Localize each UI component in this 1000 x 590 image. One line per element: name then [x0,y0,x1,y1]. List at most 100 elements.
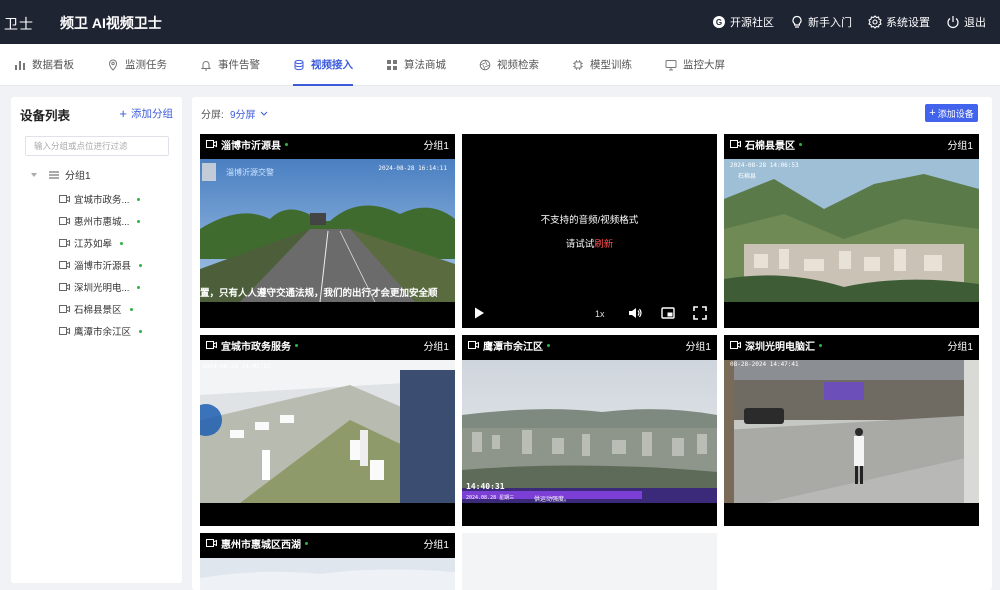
tile-group-label: 分组1 [947,140,973,152]
camera-icon [59,261,70,269]
playback-speed[interactable]: 1x [595,309,605,319]
tree-device-item[interactable]: 惠州市惠城... [59,210,142,232]
tree-device-item[interactable]: 石棉县景区 [59,298,142,320]
tile-camera-name: 淄博市沂源县 [221,140,281,152]
add-device-label: 添加设备 [937,108,974,119]
tab-model-training[interactable]: 模型训练 [572,44,632,86]
video-feed-city: 14:40:31 2024.08.28 星期三 供运动强度。 [462,360,717,503]
video-feed-office: 2024-08-28 14:02:27 [200,360,455,503]
tab-event-alerts[interactable]: 事件告警 [200,44,260,86]
brand-fragment: 卫士 [4,16,34,32]
video-wall-panel: 分屏: 9分屏 + 添加设备 淄博市沂源县 分组1 淄博沂源交警 2024-08… [192,97,992,590]
picture-in-picture-icon[interactable] [661,306,675,320]
system-settings-link[interactable]: 系统设置 [868,14,930,30]
tab-video-search[interactable]: 视频检索 [479,44,539,86]
community-icon: G [713,16,725,28]
tile-camera-name: 鹰潭市余江区 [483,341,543,353]
tab-label: 视频检索 [497,59,539,71]
tab-algorithm-store[interactable]: 算法商城 [386,44,446,86]
tree-device-item[interactable]: 淄博市沂源县 [59,254,143,276]
tile-group-label: 分组1 [423,140,449,152]
device-list-title: 设备列表 [20,109,71,123]
volume-icon[interactable] [628,306,642,320]
osd-title: 淄博沂源交警 [226,168,274,177]
video-tile[interactable]: 深圳光明电脑汇 分组1 08-28-2024 14:47:41 [724,335,979,526]
tree-device-item[interactable]: 深圳光明电... [59,276,142,298]
online-status-dot [547,343,550,347]
camera-icon [59,283,70,291]
osd-date: 2024.08.28 星期三 [466,495,515,501]
online-status-dot [137,219,141,223]
tree-device-item[interactable]: 鹰潭市余江区 [59,320,143,342]
video-tile[interactable]: 鹰潭市余江区 分组1 14:40:31 2024.08.28 星期三 供运动强度… [462,335,717,526]
camera-icon [468,341,479,349]
aperture-icon [479,59,491,70]
video-feed-road: 淄博沂源交警 2024-08-28 16:14:11 置，只有人人遵守交通法规，… [200,159,455,302]
refresh-link[interactable]: 刷新 [594,239,613,250]
camera-icon [206,140,217,148]
device-name: 宜城市政务... [74,195,130,206]
online-status-dot [305,541,308,545]
caret-down-icon[interactable] [31,172,37,177]
video-tile[interactable]: 惠州市惠城区西湖 分组1 [200,533,455,590]
video-feed-lake [200,558,455,590]
camera-icon [730,341,741,349]
tile-camera-name: 惠州市惠城区西湖 [221,539,301,551]
camera-icon [59,217,70,225]
database-icon [294,59,304,70]
tab-monitoring-tasks[interactable]: 监测任务 [107,44,167,86]
community-label: 开源社区 [730,17,774,29]
online-status-dot [285,142,288,146]
video-tile[interactable]: 淄博市沂源县 分组1 淄博沂源交警 2024-08-28 16:14:11 置，… [200,134,455,328]
device-name: 惠州市惠城... [74,217,130,228]
street-scene [724,360,979,503]
tab-video-access[interactable]: 视频接入 [293,44,353,86]
filter-input[interactable] [25,136,169,156]
tile-header: 石棉县景区 分组1 [724,134,979,154]
tree-device-item[interactable]: 宜城市政务... [59,188,142,210]
retry-text: 请试试 [565,239,595,250]
play-icon[interactable] [472,306,486,320]
video-tile-error[interactable]: 不支持的音频/视频格式 请试试刷新 1x [462,134,717,328]
add-group-button[interactable]: + 添加分组 [119,106,173,121]
tile-camera-name: 石棉县景区 [745,140,795,152]
online-status-dot [139,329,143,333]
fullscreen-icon[interactable] [693,306,707,320]
tab-label: 事件告警 [218,59,260,71]
tree-device-item[interactable]: 江苏如皋 [59,232,142,254]
tile-group-label: 分组1 [423,539,449,551]
tree-group-node[interactable]: 分组1 [31,167,91,182]
bell-icon [200,60,212,70]
logout-link[interactable]: 退出 [946,14,986,30]
online-status-dot [120,241,124,245]
osd-timestamp: 08-28-2024 14:47:41 [730,361,799,368]
camera-icon [730,140,741,148]
top-bar: 卫士 频卫 AI视频卫士 G 开源社区 新手入门 系统设置 退出 [0,0,1000,44]
system-settings-label: 系统设置 [886,17,930,29]
tab-monitor-screen[interactable]: 监控大屏 [665,44,725,86]
tab-label: 算法商城 [404,59,446,71]
unsupported-format-message: 不支持的音频/视频格式 [540,215,639,226]
add-device-button[interactable]: + 添加设备 [925,104,978,122]
split-select[interactable]: 9分屏 [230,106,268,121]
osd-timestamp: 14:40:31 [466,482,505,491]
online-status-dot [819,343,822,347]
online-status-dot [137,285,141,289]
video-tile[interactable]: 石棉县景区 分组1 2024-08-28 14:06:53 石棉县 [724,134,979,328]
camera-icon [59,327,70,335]
device-name: 淄博市沂源县 [74,261,132,272]
add-group-label: 添加分组 [131,108,173,120]
top-actions: G 开源社区 新手入门 系统设置 退出 [712,0,986,44]
osd-timestamp: 2024-08-28 14:02:27 [202,363,271,370]
tab-dashboard[interactable]: 数据看板 [14,44,74,86]
open-source-community-link[interactable]: G 开源社区 [712,14,774,30]
camera-icon [59,195,70,203]
getting-started-link[interactable]: 新手入门 [790,14,852,30]
tile-camera-name: 宜城市政务服务 [221,341,291,353]
empty-video-slot[interactable] [462,533,717,590]
video-tile[interactable]: 宜城市政务服务 分组1 2024-08-28 14:02:27 [200,335,455,526]
osd-caption: 置，只有人人遵守交通法规，我们的出行才会更加安全顺 [200,288,438,299]
tile-header: 惠州市惠城区西湖 分组1 [200,533,455,553]
main-nav: 数据看板 监测任务 事件告警 视频接入 算法商城 视频检索 模型训练 监控大屏 [0,44,1000,86]
tile-header: 鹰潭市余江区 分组1 [462,335,717,355]
